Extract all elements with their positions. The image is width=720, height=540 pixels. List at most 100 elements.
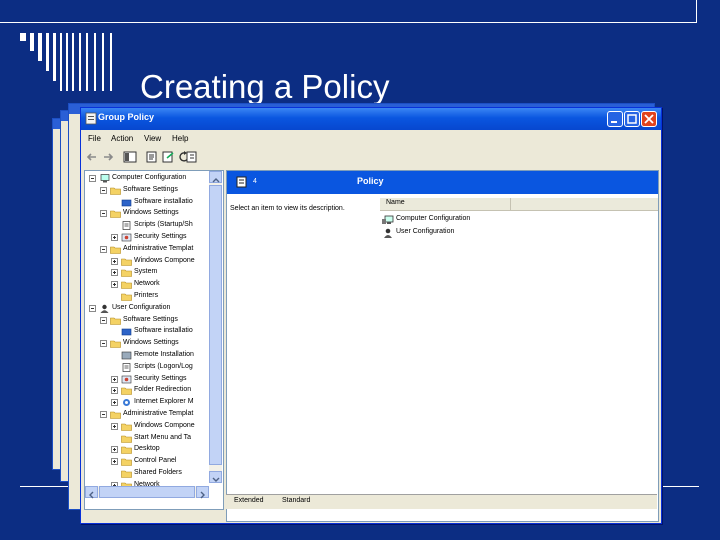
tree-item-label: Windows Settings	[123, 339, 179, 347]
folder-icon	[121, 458, 132, 466]
minimize-icon	[611, 121, 617, 123]
tree-item-label: Computer Configuration	[112, 174, 187, 181]
expand-icon[interactable]	[111, 458, 118, 466]
tree-item[interactable]: Start Menu and Ta	[85, 433, 209, 445]
tree-item[interactable]: Control Panel	[85, 456, 209, 468]
chevron-left-icon	[89, 491, 94, 499]
expand-icon[interactable]	[111, 422, 118, 430]
scroll-thumb[interactable]	[209, 185, 222, 465]
properties-icon[interactable]	[145, 150, 159, 164]
tree-item[interactable]: Remote Installation	[85, 350, 209, 362]
tree-item[interactable]: Software Settings	[85, 315, 209, 327]
close-button[interactable]	[641, 111, 657, 127]
minimize-button[interactable]	[607, 111, 623, 127]
tree-item[interactable]: Security Settings	[85, 374, 209, 386]
group-policy-window: Group Policy File Action View Help Compu…	[80, 107, 662, 524]
tree-item[interactable]: Network	[85, 279, 209, 291]
forward-icon[interactable]	[101, 150, 115, 164]
collapse-icon[interactable]	[100, 210, 107, 218]
tree-item[interactable]: Desktop	[85, 444, 209, 456]
expand-icon[interactable]	[111, 234, 118, 241]
tree-item[interactable]: Windows Compone	[85, 421, 209, 433]
tree-item[interactable]: Administrative Templat	[85, 244, 209, 256]
console-icon[interactable]	[123, 150, 137, 164]
tree-item[interactable]: Security Settings	[85, 232, 209, 244]
package-icon	[121, 329, 132, 336]
expand-icon[interactable]	[111, 375, 118, 383]
tree-item[interactable]: Folder Redirection	[85, 385, 209, 397]
tree-item[interactable]: Software installatio	[85, 197, 209, 209]
tree-item[interactable]: Computer Configuration	[85, 173, 209, 185]
tree-vertical-scrollbar[interactable]	[209, 171, 222, 483]
maximize-icon	[627, 114, 637, 124]
menu-view[interactable]: View	[144, 134, 161, 143]
tree-item[interactable]: Shared Folders	[85, 468, 209, 480]
scroll-right-button[interactable]	[196, 486, 209, 499]
user-icon	[100, 304, 109, 313]
computer-icon	[100, 174, 110, 183]
expand-icon[interactable]	[111, 281, 118, 289]
expand-icon[interactable]	[111, 399, 118, 407]
collapse-icon[interactable]	[100, 186, 107, 194]
tree-item[interactable]: Windows Settings	[85, 338, 209, 350]
scroll-up-button[interactable]	[209, 171, 222, 183]
menu-action[interactable]: Action	[111, 134, 133, 143]
computer-icon	[382, 215, 394, 224]
tree-item[interactable]: Printers	[85, 291, 209, 303]
maximize-button[interactable]	[624, 111, 640, 127]
tree-pane[interactable]: Computer Configuration Software Settings S…	[84, 170, 224, 510]
policy-header-title: Policy	[357, 176, 384, 186]
expand-icon[interactable]	[111, 387, 118, 395]
tree-item[interactable]: Software installatio	[85, 326, 209, 338]
tree-item-label: Shared Folders	[134, 469, 182, 476]
tree-item-label: Scripts (Logon/Log	[134, 362, 193, 370]
help-icon[interactable]	[185, 150, 199, 164]
collapse-icon[interactable]	[89, 175, 96, 182]
toolbar	[81, 148, 661, 167]
tree-item[interactable]: Windows Compone	[85, 256, 209, 268]
description-text: Select an item to view its description.	[230, 205, 345, 212]
folder-icon	[110, 246, 121, 254]
tree-item[interactable]: System	[85, 267, 209, 279]
tree-horizontal-scrollbar[interactable]	[85, 486, 209, 499]
package-icon	[121, 199, 132, 206]
tree-item[interactable]: Administrative Templat	[85, 409, 209, 421]
script-icon	[122, 221, 131, 231]
back-icon[interactable]	[85, 150, 99, 164]
tree-item[interactable]: Internet Explorer M	[85, 397, 209, 409]
tree-item-label: Remote Installation	[134, 351, 194, 358]
tree-item-label: Software Settings	[123, 185, 178, 193]
tab-standard[interactable]: Standard	[282, 497, 310, 504]
tree-item-label: Desktop	[134, 445, 160, 453]
tree-item[interactable]: Windows Settings	[85, 208, 209, 220]
export-icon[interactable]	[161, 150, 175, 164]
policy-scroll-icon	[236, 176, 247, 188]
tree-item[interactable]: User Configuration	[85, 303, 209, 315]
tab-extended[interactable]: Extended	[234, 497, 264, 504]
tree-item[interactable]: Scripts (Startup/Sh	[85, 220, 209, 232]
collapse-icon[interactable]	[100, 245, 107, 253]
collapse-icon[interactable]	[100, 340, 107, 348]
tree-item[interactable]: Scripts (Logon/Log	[85, 362, 209, 374]
collapse-icon[interactable]	[100, 316, 107, 324]
tree-item[interactable]: Software Settings	[85, 185, 209, 197]
expand-icon[interactable]	[111, 257, 118, 265]
window-title: Group Policy	[98, 112, 155, 122]
menu-file[interactable]: File	[88, 134, 101, 143]
name-column-header[interactable]: Name	[380, 198, 658, 211]
menu-help[interactable]: Help	[172, 134, 188, 143]
tree-item-label: Security Settings	[134, 233, 187, 240]
collapse-icon[interactable]	[100, 411, 107, 418]
expand-icon[interactable]	[111, 446, 118, 454]
scroll-left-button[interactable]	[85, 486, 98, 499]
title-bar[interactable]: Group Policy	[81, 108, 661, 130]
tree-item-label: Folder Redirection	[134, 386, 192, 394]
folder-icon	[121, 388, 132, 396]
expand-icon[interactable]	[111, 269, 118, 277]
collapse-icon[interactable]	[89, 304, 96, 312]
folder-icon	[110, 340, 121, 348]
tree-item-label: Scripts (Startup/Sh	[134, 221, 193, 229]
folder-icon	[121, 281, 132, 289]
scroll-down-button[interactable]	[209, 471, 222, 483]
h-scroll-thumb[interactable]	[99, 486, 195, 498]
